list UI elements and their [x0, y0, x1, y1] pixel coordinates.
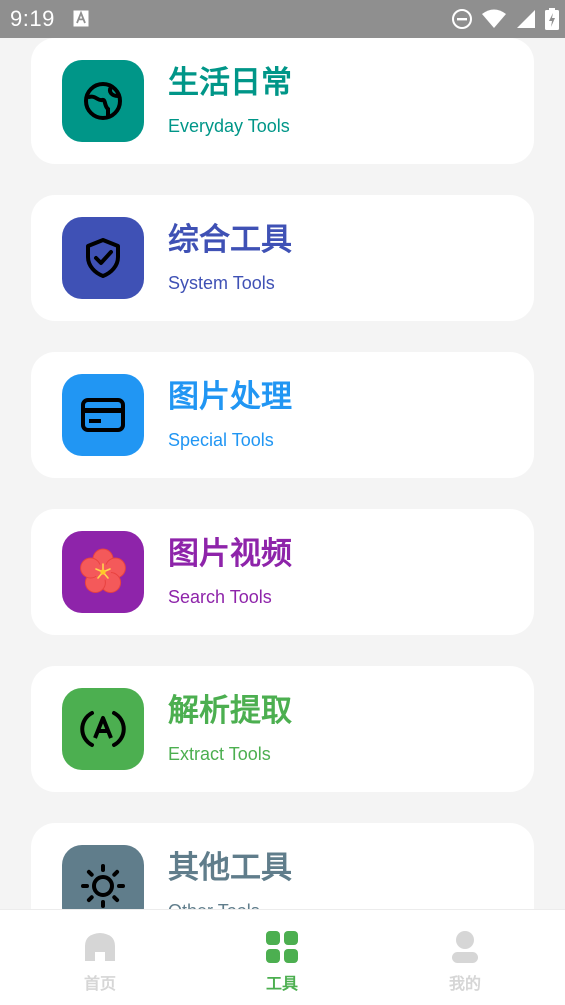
wifi-icon	[481, 8, 507, 30]
nav-label: 我的	[448, 974, 481, 993]
grid-cell	[266, 931, 280, 945]
category-title: 生活日常	[168, 65, 292, 101]
category-card-system[interactable]: 综合工具 System Tools	[31, 195, 534, 321]
sun-icon	[80, 863, 126, 909]
category-subtitle: System Tools	[168, 273, 275, 293]
category-title: 图片视频	[168, 536, 292, 572]
nav-item-home[interactable]: 首页	[40, 926, 160, 993]
category-card-search[interactable]: 图片视频 Search Tools	[31, 509, 534, 635]
status-icons	[451, 8, 559, 30]
nav-label: 首页	[83, 974, 116, 993]
status-time: 9:19	[10, 6, 55, 31]
cellular-icon	[515, 8, 537, 30]
category-card-special[interactable]: 图片处理 Special Tools	[31, 352, 534, 478]
tool-category-list[interactable]: 生活日常 Everyday Tools 综合工具 System Tools 图片…	[0, 38, 565, 909]
card-icon-tile	[62, 217, 144, 299]
earth-icon	[81, 79, 125, 123]
grid-cell	[284, 931, 298, 945]
card-icon-tile	[62, 531, 144, 613]
category-title: 解析提取	[168, 693, 292, 729]
do-not-disturb-icon	[451, 8, 473, 30]
category-subtitle: Special Tools	[168, 430, 274, 450]
grid-cell	[266, 949, 280, 963]
category-subtitle: Other Tools	[168, 900, 260, 909]
card-icon-tile	[62, 60, 144, 142]
grid-cell	[284, 949, 298, 963]
category-title: 图片处理	[168, 379, 292, 415]
category-subtitle: Extract Tools	[168, 744, 271, 764]
category-card-everyday[interactable]: 生活日常 Everyday Tools	[31, 38, 534, 164]
status-bar: 9:19	[0, 0, 565, 38]
nav-item-profile[interactable]: 我的	[405, 926, 525, 993]
category-card-other[interactable]: 其他工具 Other Tools	[31, 823, 534, 909]
card-icon-tile	[62, 688, 144, 770]
nav-label: 工具	[265, 974, 298, 993]
category-title: 其他工具	[168, 850, 292, 886]
category-title: 综合工具	[168, 222, 292, 258]
a-notification-icon	[73, 10, 89, 27]
card-icon-tile	[62, 845, 144, 909]
text-recognition-icon	[80, 706, 126, 752]
battery-charging-icon	[545, 8, 559, 30]
bottom-navigation: 首页 工具 我的	[0, 909, 565, 1005]
nav-item-tools[interactable]: 工具	[222, 926, 342, 993]
category-subtitle: Everyday Tools	[168, 116, 290, 136]
shield-check-icon	[81, 236, 125, 280]
category-card-extract[interactable]: 解析提取 Extract Tools	[31, 666, 534, 792]
flower-icon	[78, 547, 128, 597]
card-icon	[80, 395, 126, 435]
card-icon-tile	[62, 374, 144, 456]
category-subtitle: Search Tools	[168, 587, 272, 607]
